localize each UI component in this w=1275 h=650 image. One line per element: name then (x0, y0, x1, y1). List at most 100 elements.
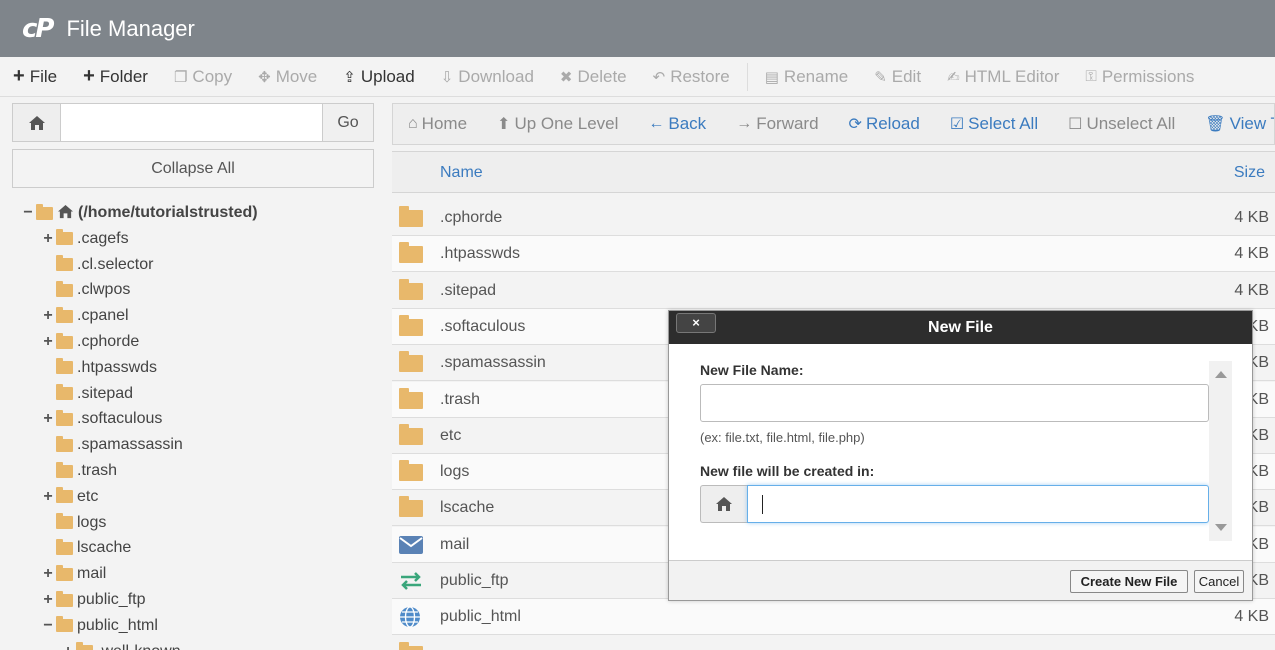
tree-item[interactable]: + mail (42, 561, 106, 587)
exchange-icon (399, 572, 423, 595)
toolbar-button-label: HTML Editor (964, 66, 1060, 86)
toolbar-button-label: Rename (783, 66, 849, 86)
expand-icon[interactable]: + (42, 230, 54, 248)
copy-icon: ❐ (173, 68, 188, 86)
file-list-header: Name Size (392, 151, 1275, 193)
tree-item[interactable]: + public_ftp (42, 587, 146, 613)
tree-item[interactable]: logs (42, 510, 106, 536)
name-column-header[interactable]: Name (440, 164, 483, 182)
toolbar-download-button[interactable]: ⇩ Download (428, 57, 547, 96)
toolbar-rename-button[interactable]: ▤ Rename (752, 57, 861, 96)
nav-view-t-button[interactable]: 🗑View T (1190, 104, 1274, 144)
home-icon[interactable] (13, 104, 61, 141)
tree-item[interactable]: + etc (42, 484, 98, 510)
dialog-scrollbar[interactable] (1209, 361, 1232, 541)
file-row[interactable]: .sitepad 4 KB (392, 272, 1275, 309)
dialog-body: New File Name: (ex: file.txt, file.html,… (669, 344, 1252, 560)
create-new-file-button[interactable]: Create New File (1070, 570, 1188, 593)
expand-icon[interactable]: + (42, 488, 54, 506)
file-row[interactable] (392, 635, 1275, 650)
tree-item[interactable]: − public_html (42, 613, 158, 639)
size-column-header[interactable]: Size (1234, 164, 1265, 182)
tree-item-label: .trash (77, 462, 118, 479)
tree-item-label: etc (77, 487, 99, 505)
toolbar-delete-button[interactable]: ✖ Delete (547, 57, 640, 96)
folder-open-icon (56, 616, 73, 633)
dialog-footer: Create New File Cancel (669, 560, 1252, 600)
file-name-hint: (ex: file.txt, file.html, file.php) (700, 430, 865, 445)
scroll-up-icon[interactable] (1215, 371, 1227, 378)
tree-item[interactable]: + .cagefs (42, 226, 129, 252)
nav-home-button[interactable]: ⌂ Home (393, 104, 482, 144)
nav-back-button[interactable]: ← Back (633, 104, 721, 144)
toolbar-upload-button[interactable]: ⇪ Upload (330, 57, 427, 96)
folder-icon (399, 460, 427, 486)
nav-up-one-level-button[interactable]: ⬆ Up One Level (482, 104, 633, 144)
navigation-toolbar: ⌂ Home ⬆ Up One Level ← Back → Forward ⟳ Reload ☑ S… (392, 103, 1275, 145)
folder-icon (56, 409, 73, 426)
left-icon: ← (648, 115, 665, 132)
toolbar-folder-button[interactable]: + Folder (70, 57, 161, 96)
nav-forward-button[interactable]: → Forward (721, 104, 833, 144)
cancel-button[interactable]: Cancel (1194, 570, 1244, 593)
toolbar-html-editor-button[interactable]: ✍ HTML Editor (934, 57, 1072, 96)
toolbar-file-button[interactable]: + File (0, 57, 70, 96)
folder-icon (399, 641, 427, 650)
tree-item[interactable]: .htpasswds (42, 355, 157, 381)
path-search-input[interactable] (61, 104, 322, 141)
file-row[interactable]: .htpasswds 4 KB (392, 236, 1275, 273)
nav-button-label: Forward (756, 114, 819, 133)
collapse-icon[interactable]: − (42, 617, 54, 635)
expand-icon[interactable]: + (42, 591, 54, 609)
tree-item[interactable]: .sitepad (42, 381, 133, 407)
expand-icon[interactable]: + (42, 410, 54, 428)
tree-item[interactable]: + .well-known (62, 639, 181, 650)
tree-item-label: .softaculous (77, 410, 163, 428)
toolbar-separator (746, 62, 748, 91)
tree-item[interactable]: + .softaculous (42, 406, 162, 432)
tree-item[interactable]: .clwpos (42, 277, 130, 303)
toolbar-copy-button[interactable]: ❐ Copy (161, 57, 245, 96)
nav-select-all-button[interactable]: ☑ Select All (935, 104, 1053, 144)
tree-item[interactable]: + .cphorde (42, 329, 139, 355)
tree-item[interactable]: .spamassassin (42, 432, 183, 458)
toolbar-move-button[interactable]: ✥ Move (245, 57, 330, 96)
file-row[interactable]: public_html 4 KB (392, 599, 1275, 636)
folder-tree: − (/home/tutorialstrusted) + .cagefs .cl.sel… (0, 200, 390, 650)
folder-icon (56, 461, 73, 478)
expand-icon[interactable]: + (42, 307, 54, 325)
expand-icon[interactable]: + (62, 643, 74, 650)
nav-unselect-all-button[interactable]: ☐ Unselect All (1053, 104, 1190, 144)
tree-item[interactable]: + .cpanel (42, 303, 129, 329)
created-in-input[interactable] (747, 485, 1209, 523)
expand-icon[interactable]: + (42, 565, 54, 583)
toolbar-button-label: Folder (99, 66, 148, 86)
tree-item[interactable]: lscache (42, 535, 131, 561)
collapse-icon[interactable]: − (22, 204, 34, 222)
tree-item-label: public_html (77, 616, 158, 634)
folder-icon (399, 351, 427, 377)
go-button[interactable]: Go (322, 104, 373, 141)
scroll-down-icon[interactable] (1215, 524, 1227, 531)
tree-item[interactable]: .cl.selector (42, 252, 153, 278)
new-file-name-input[interactable] (700, 384, 1209, 422)
file-row[interactable]: .cphorde 4 KB (392, 200, 1275, 236)
toolbar-button-label: Restore (670, 66, 730, 86)
nav-reload-button[interactable]: ⟳ Reload (834, 104, 935, 144)
file-size: 4 KB (1234, 281, 1269, 299)
toolbar-edit-button[interactable]: ✎ Edit (861, 57, 934, 96)
folder-icon (56, 229, 73, 246)
expand-icon[interactable]: + (42, 333, 54, 351)
move-icon: ✥ (258, 68, 271, 86)
tree-item[interactable]: .trash (42, 458, 117, 484)
new-file-name-label: New File Name: (700, 362, 804, 378)
toolbar-restore-button[interactable]: ↶ Restore (640, 57, 743, 96)
toolbar-permissions-button[interactable]: ⚿ Permissions (1072, 57, 1207, 96)
collapse-all-button[interactable]: Collapse All (12, 149, 374, 188)
undo-icon: ↶ (652, 68, 666, 86)
folder-icon (56, 538, 73, 555)
tree-item-label: (/home/tutorialstrusted) (78, 204, 258, 221)
tree-item-label: .cl.selector (77, 255, 154, 273)
close-button[interactable]: × (676, 313, 716, 333)
tree-item[interactable]: − (/home/tutorialstrusted) (22, 200, 258, 226)
